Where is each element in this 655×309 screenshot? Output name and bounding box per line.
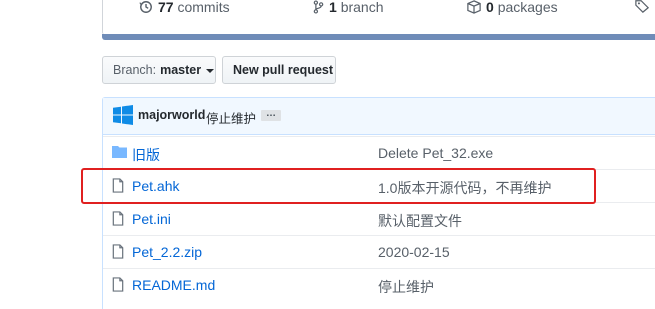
commit-message-link[interactable]: 1.0版本开源代码，不再维护 xyxy=(378,178,551,198)
file-name-link[interactable]: Pet_2.2.zip xyxy=(132,244,202,260)
branch-select-button[interactable]: Branch: master xyxy=(102,56,216,84)
branch-prefix: Branch: xyxy=(113,63,157,77)
file-icon xyxy=(112,244,124,259)
file-name-link[interactable]: Pet.ahk xyxy=(132,178,179,194)
language-bar xyxy=(102,34,655,40)
history-icon xyxy=(139,1,152,13)
commit-message-link[interactable]: 2020-02-15 xyxy=(378,244,450,260)
file-icon xyxy=(112,277,124,292)
file-name-link[interactable]: README.md xyxy=(132,277,215,293)
commit-message-link[interactable]: 停止维护 xyxy=(378,277,434,297)
file-row: Pet.ini 默认配置文件 xyxy=(103,202,655,235)
commit-message-link[interactable]: 停止维护 xyxy=(206,108,256,127)
packages-link[interactable]: 0 packages xyxy=(467,0,558,15)
branch-count: 1 xyxy=(329,0,337,15)
file-row: README.md 停止维护 xyxy=(103,268,655,301)
file-icon xyxy=(112,211,124,226)
packages-label: packages xyxy=(497,0,558,15)
file-name-link[interactable]: Pet.ini xyxy=(132,211,171,227)
branch-icon xyxy=(313,0,324,14)
commit-message-link[interactable]: Delete Pet_32.exe xyxy=(378,145,493,161)
packages-count: 0 xyxy=(486,0,494,15)
commits-link[interactable]: 77 commits xyxy=(139,0,230,15)
tag-icon xyxy=(635,0,649,13)
chevron-down-icon xyxy=(206,69,215,73)
commits-count: 77 xyxy=(158,0,174,15)
folder-icon xyxy=(112,146,127,158)
file-row: Pet_2.2.zip 2020-02-15 xyxy=(103,235,655,268)
commit-expand-button[interactable]: … xyxy=(261,109,281,121)
windows-logo-icon xyxy=(113,105,133,125)
file-name-link[interactable]: 旧版 xyxy=(132,145,160,165)
branches-link[interactable]: 1 branch xyxy=(313,0,384,15)
file-row: Pet.ahk 1.0版本开源代码，不再维护 xyxy=(103,169,655,202)
commits-label: commits xyxy=(177,0,230,15)
commit-message-link[interactable]: 默认配置文件 xyxy=(378,211,462,231)
branch-name: master xyxy=(160,63,202,77)
new-pull-request-button[interactable]: New pull request xyxy=(222,56,336,84)
releases-link[interactable] xyxy=(635,0,649,13)
repo-page: 77 commits 1 branch 0 packages Branch: m… xyxy=(0,0,655,309)
branch-label: branch xyxy=(340,0,384,15)
file-row: 旧版 Delete Pet_32.exe xyxy=(103,136,655,169)
commit-tease: majorworld 停止维护 … xyxy=(103,98,655,135)
commit-author-link[interactable]: majorworld xyxy=(138,108,205,122)
file-icon xyxy=(112,178,124,193)
numbers-summary: 77 commits 1 branch 0 packages xyxy=(102,0,655,35)
new-pull-request-label: New pull request xyxy=(233,63,334,77)
package-icon xyxy=(467,0,481,14)
